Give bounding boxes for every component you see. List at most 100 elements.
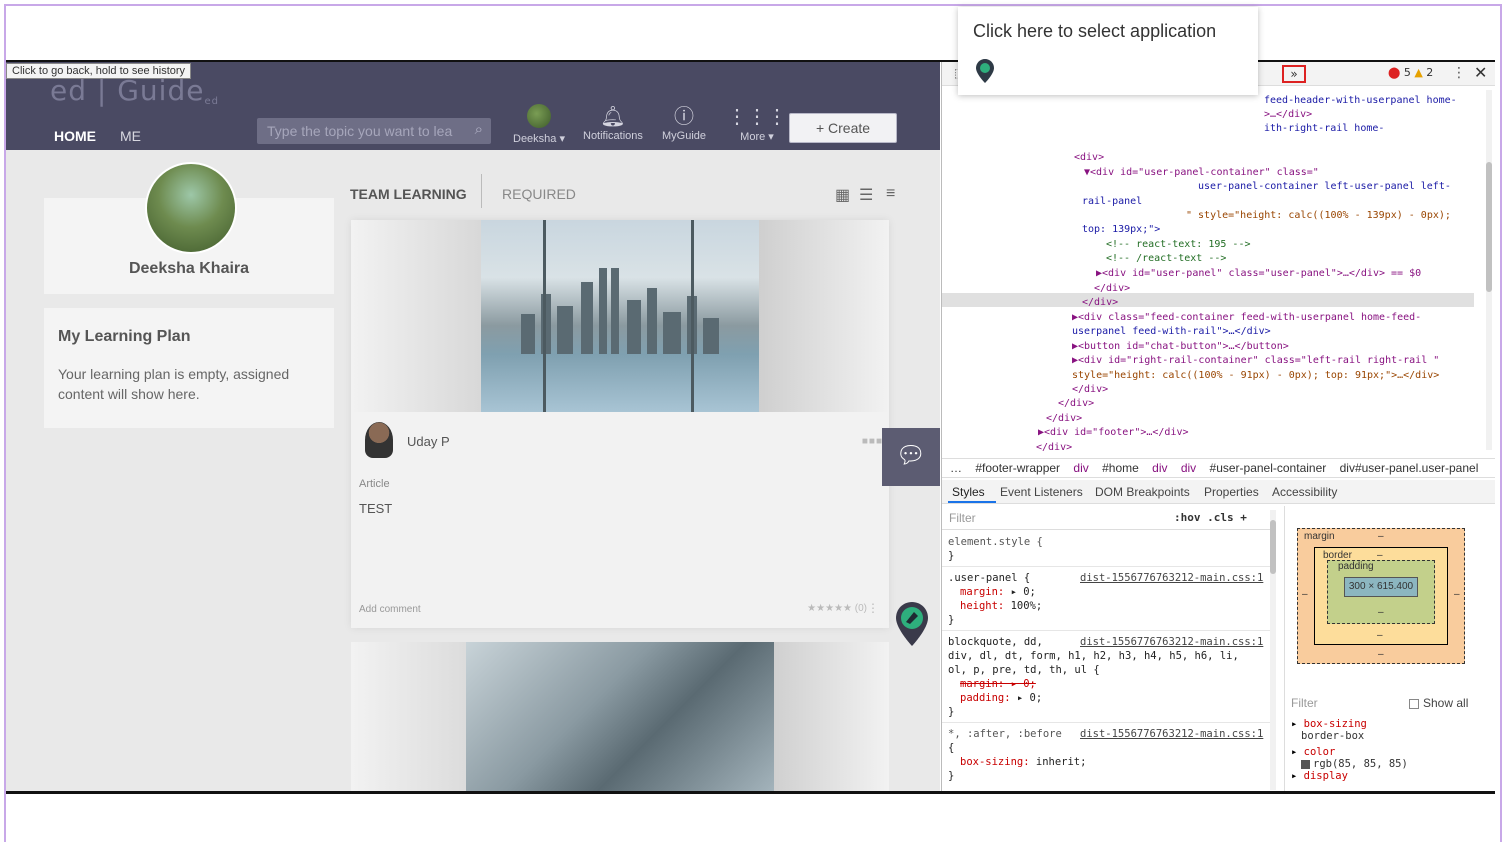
author-name[interactable]: Uday P [407, 434, 450, 449]
chat-button[interactable]: 💬︎ [882, 428, 940, 486]
tab-styles[interactable]: Styles [952, 485, 985, 499]
create-button[interactable]: + Create [789, 113, 897, 143]
user-menu[interactable]: Deeksha ▾ [513, 104, 565, 145]
computed-filter-input[interactable]: Filter [1291, 696, 1318, 710]
style-property-overridden[interactable]: margin: ▸ 0; [960, 678, 1036, 690]
breadcrumb-item[interactable]: #home [1102, 461, 1139, 475]
style-property[interactable]: margin: ▸ 0; [960, 586, 1036, 598]
rating-stars[interactable]: ★★★★★ (0) [807, 603, 867, 614]
dom-line[interactable]: ith-right-rail home- [1264, 122, 1384, 137]
dom-line[interactable]: >…</div> [1264, 108, 1312, 123]
tab-required[interactable]: REQUIRED [502, 186, 576, 202]
tab-event-listeners[interactable]: Event Listeners [1000, 485, 1083, 499]
breadcrumb-item[interactable]: #user-panel-container [1210, 461, 1327, 475]
styles-scrollbar[interactable] [1270, 510, 1276, 790]
card-options-icon[interactable]: ■■■ [862, 436, 883, 447]
dom-line[interactable]: rail-panel [1082, 195, 1142, 210]
profile-name[interactable]: Deeksha Khaira [44, 260, 334, 278]
breadcrumb-item[interactable]: div [1152, 461, 1167, 475]
style-property[interactable]: height: 100%; [960, 600, 1042, 612]
more-menu[interactable]: ⋮⋮⋮ More ▾ [727, 104, 787, 143]
dom-tree[interactable]: feed-header-with-userpanel home- >…</div… [942, 88, 1482, 454]
dom-line[interactable]: </div> [1072, 383, 1108, 398]
tab-accessibility[interactable]: Accessibility [1272, 485, 1337, 499]
dom-line[interactable]: top: 139px;"> [1082, 223, 1160, 238]
computed-property[interactable]: ▸ display [1291, 770, 1487, 782]
breadcrumb-item[interactable]: div#user-panel.user-panel [1340, 461, 1479, 475]
myguide-button[interactable]: ⓘ MyGuide [662, 104, 706, 142]
error-warning-counter[interactable]: ⬤ 5 ▲ 2 [1388, 66, 1433, 79]
dom-line[interactable]: </div> [1036, 441, 1072, 454]
nav-me[interactable]: ME [120, 128, 141, 144]
dom-line[interactable]: <!-- react-text: 195 --> [1106, 238, 1251, 253]
add-comment-link[interactable]: Add comment [359, 604, 421, 615]
nav-home[interactable]: HOME [54, 128, 96, 144]
computed-property[interactable]: ▸ color [1291, 746, 1487, 758]
dom-line[interactable]: ▶<div id="footer">…</div> [1038, 426, 1189, 441]
box-model-margin[interactable]: margin – – – – border – – padding – 300 … [1297, 528, 1465, 664]
rule-selector[interactable]: .user-panel { [948, 572, 1030, 584]
feed-card[interactable]: Uday P ■■■ Article TEST Add comment ★★★★… [351, 220, 889, 628]
search-input[interactable]: Type the topic you want to lea ⌕ [257, 118, 491, 144]
grid-view-icon[interactable]: ▦ [835, 185, 850, 205]
tab-properties[interactable]: Properties [1204, 485, 1259, 499]
devtools-menu-icon[interactable]: ⋮ [1452, 65, 1466, 81]
dom-line[interactable]: </div> [1082, 296, 1118, 311]
rule-source-link[interactable]: dist-1556776763212-main.css:1 [1080, 728, 1263, 740]
color-swatch[interactable] [1301, 759, 1310, 769]
box-model-padding[interactable]: padding – 300 × 615.400 [1327, 560, 1435, 624]
dom-line[interactable]: ▶<button id="chat-button">…</button> [1072, 340, 1289, 355]
card-image[interactable] [466, 642, 774, 791]
scrollbar-thumb[interactable] [1270, 520, 1276, 574]
dom-line[interactable]: user-panel-container left-user-panel lef… [1198, 180, 1451, 195]
scrollbar-thumb[interactable] [1486, 162, 1492, 292]
kebab-icon[interactable]: ⋮ [867, 601, 879, 615]
style-property[interactable]: box-sizing: inherit; [960, 756, 1086, 768]
dom-line[interactable]: </div> [1046, 412, 1082, 427]
dom-line[interactable]: style="height: calc((100% - 91px) - 0px)… [1072, 369, 1439, 384]
breadcrumb-item[interactable]: div [1181, 461, 1196, 475]
dom-line[interactable]: userpanel feed-with-rail">…</div> [1072, 325, 1271, 340]
rule-selector[interactable]: *, :after, :before [948, 728, 1062, 740]
dom-line[interactable]: ▶<div id="right-rail-container" class="l… [1072, 354, 1439, 369]
rule-selector[interactable]: ol, p, pre, td, th, ul { [948, 664, 1100, 676]
dom-line[interactable]: </div> [1058, 397, 1094, 412]
show-all-checkbox[interactable]: Show all [1409, 696, 1468, 710]
myguide-pin-icon[interactable] [976, 59, 994, 83]
search-icon[interactable]: ⌕ [475, 121, 483, 138]
dom-scrollbar[interactable] [1486, 90, 1492, 450]
dom-line-selected[interactable]: ▶<div id="user-panel" class="user-panel"… [1096, 267, 1421, 282]
dom-line[interactable]: ▶<div class="feed-container feed-with-us… [1072, 311, 1421, 326]
more-tabs-button[interactable]: » [1282, 65, 1306, 83]
box-model-content[interactable]: 300 × 615.400 [1344, 577, 1418, 597]
dom-line[interactable]: <div> [1074, 151, 1104, 166]
dom-line[interactable]: <!-- /react-text --> [1106, 252, 1226, 267]
breadcrumb-item[interactable]: #footer-wrapper [975, 461, 1060, 475]
list-view-icon[interactable]: ☰ [859, 185, 873, 205]
dom-line[interactable]: ▼<div id="user-panel-container" class=" [1084, 166, 1319, 181]
rule-selector[interactable]: div, dl, dt, form, h1, h2, h3, h4, h5, h… [948, 650, 1239, 662]
rule-selector[interactable]: blockquote, dd, [948, 636, 1043, 648]
compact-view-icon[interactable]: ≡ [886, 185, 895, 203]
tab-dom-breakpoints[interactable]: DOM Breakpoints [1095, 485, 1190, 499]
tab-team-learning[interactable]: TEAM LEARNING [350, 186, 467, 202]
dom-line[interactable]: </div> [1094, 282, 1130, 297]
element-style-rule[interactable]: element.style { [948, 536, 1043, 548]
breadcrumb-item[interactable]: … [950, 461, 962, 475]
card-title[interactable]: TEST [359, 501, 392, 516]
rule-source-link[interactable]: dist-1556776763212-main.css:1 [1080, 636, 1263, 648]
notifications-button[interactable]: 🔔︎ Notifications [583, 104, 643, 142]
author-avatar[interactable] [365, 422, 393, 458]
styles-filter-options[interactable]: :hov .cls + [1174, 511, 1247, 524]
dom-line[interactable]: feed-header-with-userpanel home- [1264, 94, 1457, 109]
box-model-border[interactable]: border – – padding – 300 × 615.400 [1314, 547, 1448, 645]
breadcrumb-item[interactable]: div [1073, 461, 1088, 475]
style-property[interactable]: padding: ▸ 0; [960, 692, 1042, 704]
rule-source-link[interactable]: dist-1556776763212-main.css:1 [1080, 572, 1263, 584]
profile-avatar[interactable] [145, 162, 237, 254]
close-icon[interactable]: ✕ [1474, 63, 1487, 82]
dom-line[interactable]: " style="height: calc((100% - 139px) - 0… [1186, 209, 1451, 224]
feed-card[interactable] [351, 642, 889, 791]
myguide-pin-icon[interactable] [896, 602, 928, 646]
computed-property[interactable]: ▸ box-sizing [1291, 718, 1487, 730]
